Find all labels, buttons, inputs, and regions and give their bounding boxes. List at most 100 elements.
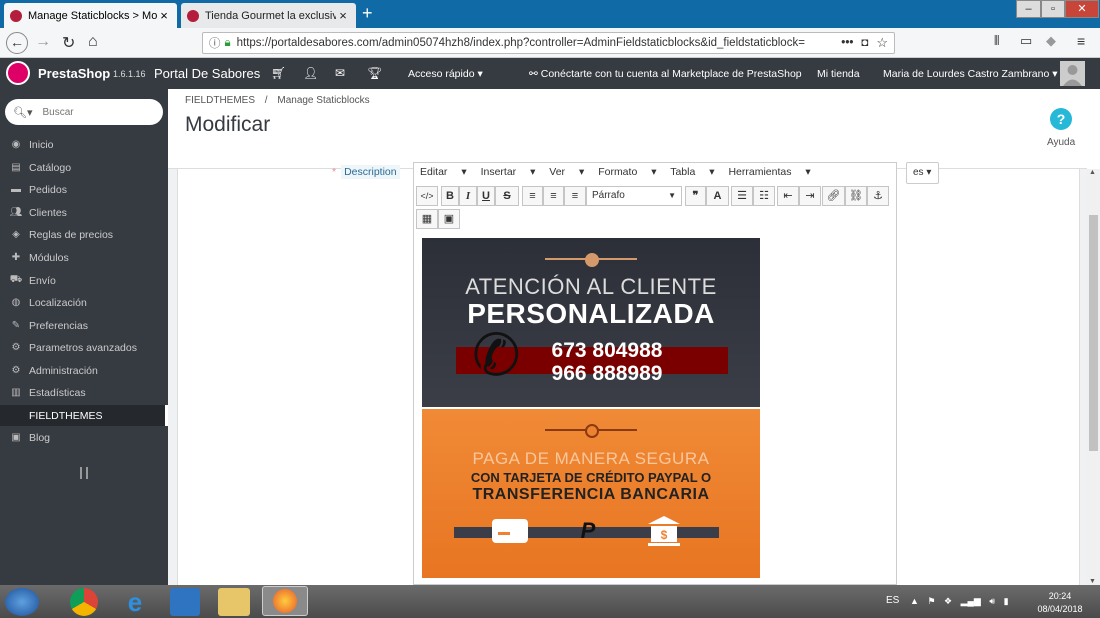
breadcrumb-item[interactable]: Manage Staticblocks (277, 95, 369, 106)
numbered-list-icon[interactable]: ☷ (753, 186, 775, 206)
italic-icon[interactable]: I (459, 186, 477, 206)
source-code-icon[interactable]: </> (416, 186, 438, 206)
sidebar-item-fieldthemes[interactable]: FIELDTHEMES (0, 405, 168, 426)
menu-herramientas[interactable]: Herramientas ▾ (728, 166, 810, 178)
sidebar-item-preferencias[interactable]: ✎ Preferencias (0, 315, 168, 336)
file-explorer-icon[interactable] (218, 588, 250, 616)
network-signal-icon[interactable]: ▂▄▆ (961, 596, 981, 606)
keyboard-language[interactable]: ES (886, 595, 899, 606)
address-bar[interactable]: ⓘ 🔒︎ https://portaldesabores.com/admin05… (202, 32, 895, 54)
sidebar-item-inicio[interactable]: ◉ Inicio (0, 134, 168, 155)
format-select[interactable]: Párrafo ▼ (586, 186, 682, 206)
sidebar-item-localizaci-n[interactable]: ◍ Localización (0, 292, 168, 313)
sidebar-item-cat-logo[interactable]: ▤ Catálogo (0, 157, 168, 178)
close-window-icon[interactable]: ✕ (1065, 0, 1099, 18)
scroll-up-icon[interactable]: ▲ (1089, 169, 1096, 176)
align-center-icon[interactable]: ≡ (543, 186, 564, 206)
page-scrollbar[interactable]: ▲ ▼ (1087, 169, 1100, 585)
sidebar-item-estad-sticas[interactable]: ▥ Estadísticas (0, 382, 168, 403)
sidebar-item-parametros-avanzados[interactable]: ⚙ Parametros avanzados (0, 337, 168, 358)
language-dropdown[interactable]: es ▾ (906, 162, 939, 184)
employee-menu[interactable]: Maria de Lourdes Castro Zambrano ▾ (883, 68, 1058, 80)
user-icon[interactable]: 👤︎ (303, 66, 318, 80)
my-shop-link[interactable]: Mi tienda (817, 68, 860, 80)
battery-icon[interactable]: ▮ (1004, 596, 1009, 606)
sidebar-item-blog[interactable]: ▣ Blog (0, 427, 168, 448)
info-icon[interactable]: ⓘ (209, 35, 221, 51)
collapse-sidebar-icon[interactable] (80, 467, 88, 479)
hamburger-menu-icon[interactable]: ≡ (1077, 33, 1085, 49)
tab-manage-staticblocks[interactable]: Manage Staticblocks > Modific × (4, 3, 177, 28)
sidebar-toggle-icon[interactable]: ▭ (1020, 33, 1032, 49)
underline-icon[interactable]: U (477, 186, 495, 206)
bullet-list-icon[interactable]: ☰ (731, 186, 753, 206)
sidebar-item-administraci-n[interactable]: ⚙ Administración (0, 360, 168, 381)
library-icon[interactable]: ⫴ (994, 33, 999, 49)
firefox-taskbar-button[interactable] (262, 586, 308, 616)
close-tab-icon[interactable]: × (157, 8, 171, 23)
more-actions-icon[interactable]: ••• (841, 37, 853, 49)
anchor-icon[interactable]: ⚓︎ (867, 186, 889, 206)
indent-icon[interactable]: ⇥ (799, 186, 821, 206)
volume-icon[interactable]: 🔊︎ (989, 596, 995, 606)
blockquote-icon[interactable]: ❞ (685, 186, 706, 206)
pocket-icon[interactable]: ◘ (861, 37, 868, 49)
menu-insertar[interactable]: Insertar ▾ (481, 166, 536, 178)
quick-access-menu[interactable]: Acceso rápido ▾ (408, 68, 483, 80)
envelope-icon[interactable]: ✉ (335, 66, 345, 80)
strikethrough-icon[interactable]: S (495, 186, 519, 206)
maximize-icon[interactable]: ▫ (1041, 0, 1065, 18)
prestashop-logo[interactable] (6, 61, 30, 85)
help-icon[interactable]: ? (1050, 108, 1072, 130)
scroll-thumb[interactable] (1089, 215, 1098, 451)
sidebar-item-reglas-de-precios[interactable]: ◈ Reglas de precios (0, 224, 168, 245)
dropbox-icon[interactable]: ❖ (944, 596, 952, 606)
shop-name[interactable]: Portal De Sabores (154, 66, 260, 81)
cart-icon[interactable]: 🛒︎ (271, 66, 286, 80)
marketplace-link[interactable]: ⚯ Conéctarte con tu cuenta al Marketplac… (529, 68, 802, 80)
secure-payment-banner[interactable]: PAGA DE MANERA SEGURA CON TARJETA DE CRÉ… (422, 409, 760, 578)
media-film-icon[interactable]: ▦ (416, 209, 438, 229)
bookmark-star-icon[interactable]: ☆ (876, 35, 888, 51)
close-tab-icon[interactable]: × (336, 8, 350, 23)
minimize-icon[interactable]: – (1016, 0, 1041, 18)
image-icon[interactable]: ▣ (438, 209, 460, 229)
help-label[interactable]: Ayuda (1047, 137, 1075, 148)
trophy-icon[interactable]: 🏆︎ (367, 66, 382, 80)
sidebar-item-m-dulos[interactable]: ✚ Módulos (0, 247, 168, 268)
avatar[interactable] (1060, 61, 1085, 86)
search-box[interactable]: 🔍︎▾ (5, 99, 163, 125)
start-button-icon[interactable] (5, 588, 39, 616)
scroll-down-icon[interactable]: ▼ (1089, 578, 1096, 585)
bold-icon[interactable]: B (441, 186, 459, 206)
menu-formato[interactable]: Formato ▾ (598, 166, 656, 178)
home-icon[interactable]: ⌂ (88, 33, 98, 51)
text-color-icon[interactable]: A (706, 186, 729, 206)
search-icon[interactable]: 🔍︎▾ (13, 106, 33, 119)
customer-service-banner[interactable]: ATENCIÓN AL CLIENTE PERSONALIZADA ✆ 673 … (422, 238, 760, 407)
menu-tabla[interactable]: Tabla ▾ (670, 166, 714, 178)
sidebar-item-clientes[interactable]: 👥︎ Clientes (0, 202, 168, 223)
reload-icon[interactable]: ↻ (62, 33, 75, 53)
align-right-icon[interactable]: ≡ (564, 186, 586, 206)
menu-editar[interactable]: Editar ▾ (420, 166, 467, 178)
flag-icon[interactable]: ⚑ (927, 596, 935, 606)
tab-tienda-gourmet[interactable]: Tienda Gourmet la exclusividad × (181, 3, 356, 28)
chrome-icon[interactable] (70, 588, 98, 616)
system-clock[interactable]: 20:24 08/04/2018 (1035, 590, 1085, 616)
internet-explorer-icon[interactable]: e (120, 588, 150, 616)
unlink-icon[interactable]: ⛓ (845, 186, 867, 206)
back-arrow-icon[interactable]: ← (6, 32, 28, 54)
shield-icon[interactable]: ◆ (1046, 33, 1056, 49)
new-tab-icon[interactable]: + (362, 3, 373, 24)
media-player-icon[interactable] (170, 588, 200, 616)
menu-ver[interactable]: Ver ▾ (549, 166, 584, 178)
link-icon[interactable]: 🔗︎ (822, 186, 845, 206)
sidebar-item-env-o[interactable]: ⛟ Envío (0, 270, 168, 291)
show-hidden-icon[interactable]: ▲ (910, 596, 919, 606)
sidebar-item-pedidos[interactable]: ▬ Pedidos (0, 179, 168, 200)
outdent-icon[interactable]: ⇤ (777, 186, 799, 206)
breadcrumb-item[interactable]: FIELDTHEMES (185, 95, 255, 106)
align-left-icon[interactable]: ≡ (522, 186, 543, 206)
search-input[interactable] (42, 106, 153, 118)
